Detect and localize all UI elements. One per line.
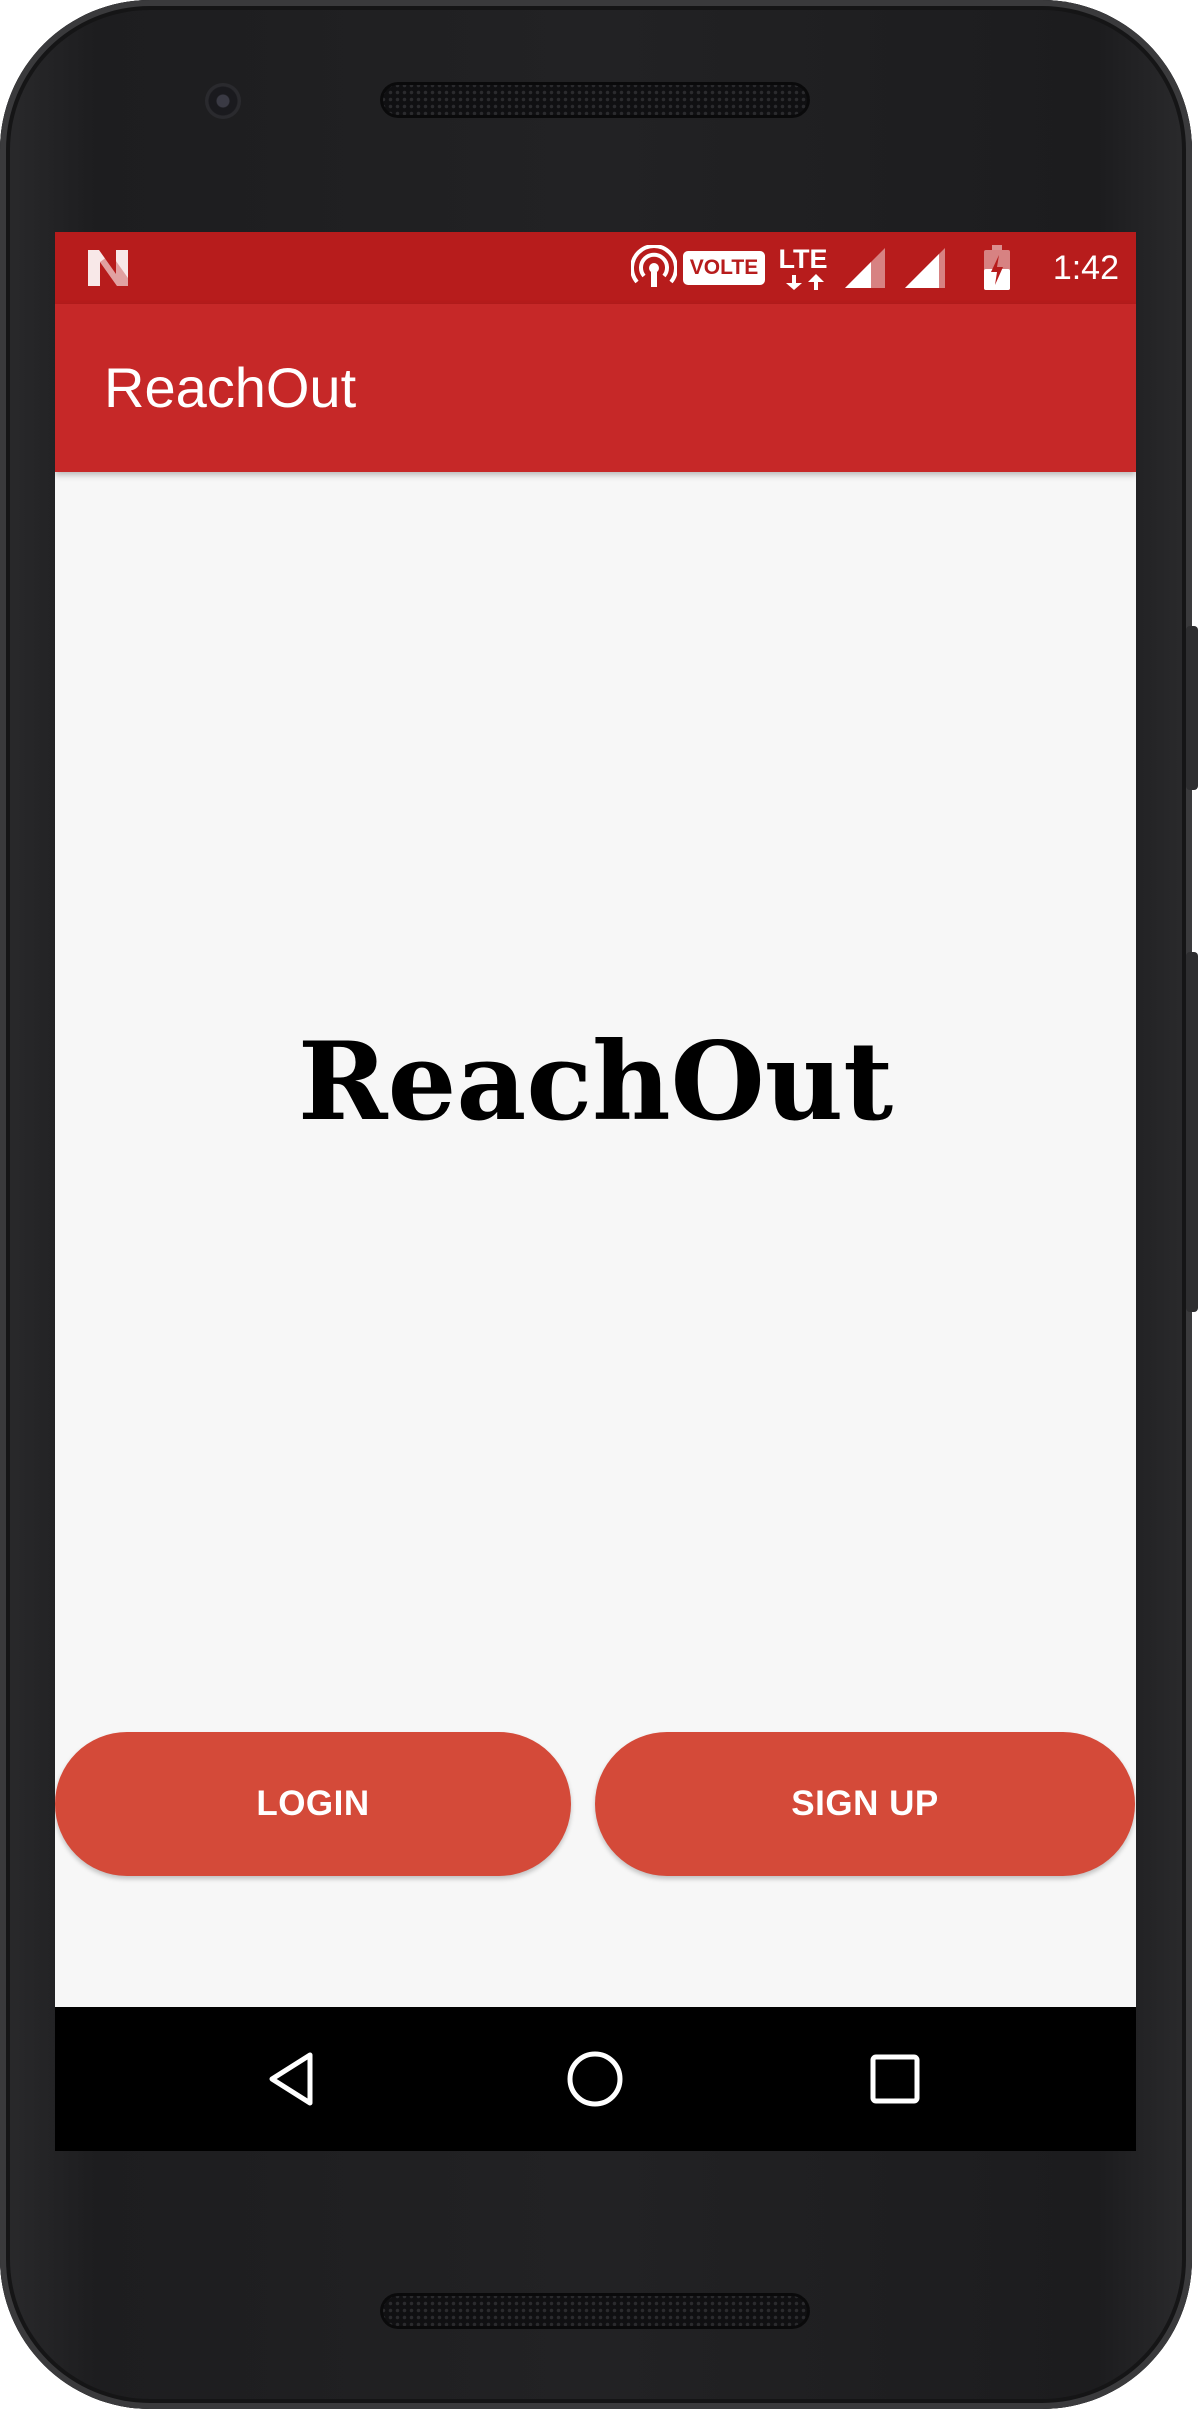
volte-label: VOLTE bbox=[682, 251, 766, 285]
navigation-bar bbox=[55, 2007, 1136, 2151]
login-button[interactable]: LOGIN bbox=[55, 1732, 571, 1876]
device-frame: VOLTE LTE 1:42 ReachOut ReachOut LOGIN S… bbox=[0, 0, 1198, 2409]
network-label: LTE bbox=[778, 243, 828, 274]
power-button bbox=[1186, 626, 1198, 790]
hotspot-icon bbox=[629, 232, 679, 304]
earpiece-speaker bbox=[380, 82, 810, 118]
main-content: ReachOut LOGIN SIGN UP bbox=[55, 472, 1136, 2007]
bottom-speaker bbox=[380, 2293, 810, 2329]
app-bar: ReachOut bbox=[55, 304, 1136, 472]
status-time: 1:42 bbox=[1052, 248, 1119, 287]
signal-icon bbox=[841, 232, 889, 304]
notification-n-icon bbox=[85, 232, 131, 304]
signal-icon bbox=[901, 232, 949, 304]
battery-charging-icon bbox=[981, 232, 1013, 304]
data-arrows-icon bbox=[786, 273, 824, 290]
status-bar: VOLTE LTE 1:42 bbox=[55, 232, 1136, 304]
back-icon[interactable] bbox=[234, 2007, 354, 2151]
app-bar-title: ReachOut bbox=[104, 356, 357, 419]
app-heading: ReachOut bbox=[297, 1019, 894, 1145]
signup-button[interactable]: SIGN UP bbox=[595, 1732, 1135, 1876]
recents-icon[interactable] bbox=[835, 2007, 955, 2151]
volume-rocker bbox=[1186, 952, 1198, 1312]
front-camera bbox=[205, 83, 241, 119]
screen: VOLTE LTE 1:42 ReachOut ReachOut LOGIN S… bbox=[55, 232, 1136, 2151]
home-icon[interactable] bbox=[535, 2007, 655, 2151]
volte-icon: VOLTE bbox=[682, 232, 766, 304]
lte-data-icon: LTE bbox=[770, 232, 836, 304]
